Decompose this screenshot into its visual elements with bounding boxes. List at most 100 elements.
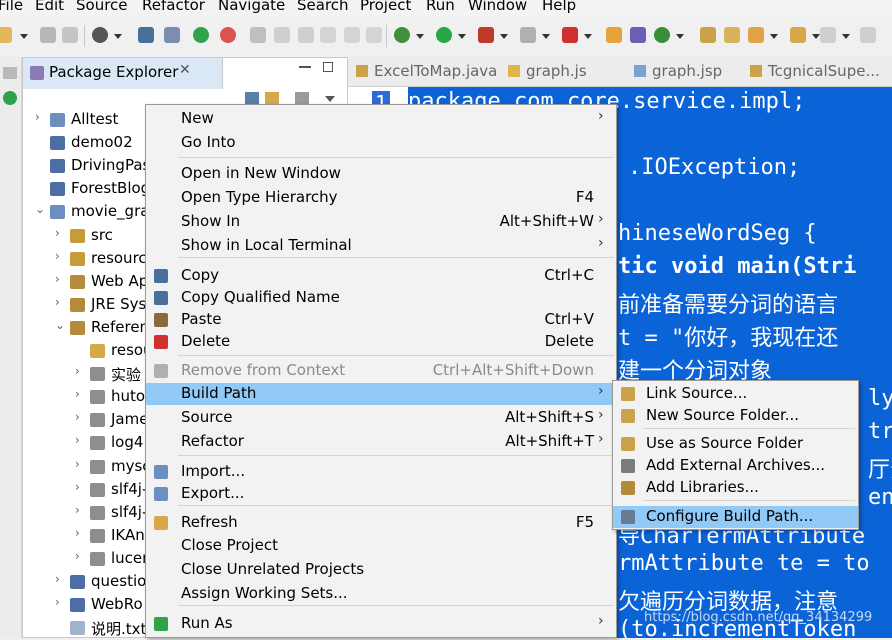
run-dropdown-icon[interactable] [458,34,466,39]
format-icon[interactable] [274,27,290,43]
skip-breakpoints-icon[interactable] [164,27,180,43]
menu-item-new[interactable]: New › [146,108,616,130]
tab-graph-js[interactable]: graph.js [508,62,587,80]
terminal-icon[interactable] [138,27,154,43]
menu-project[interactable]: Project [360,0,411,14]
menu-item-copy[interactable]: Copy Ctrl+C [146,265,616,287]
block-select-icon[interactable] [320,27,336,43]
menu-source[interactable]: Source [76,0,128,14]
maximize-icon[interactable] [323,62,333,72]
next-annotation-dropdown-icon[interactable] [842,34,850,39]
new-java-project-icon[interactable] [606,27,622,43]
new-dropdown-icon[interactable] [20,34,28,39]
coverage-dropdown-icon[interactable] [500,34,508,39]
expand-arrow-icon[interactable]: › [75,387,80,401]
menu-item-open-in-new-window[interactable]: Open in New Window [146,163,616,185]
menu-help[interactable]: Help [542,0,576,14]
menu-item-assign-working-sets[interactable]: Assign Working Sets... [146,583,616,605]
tab-exceltomap-java[interactable]: ExcelToMap.java [356,62,497,80]
stop-dropdown-icon[interactable] [542,34,550,39]
external-tools-dropdown-icon[interactable] [584,34,592,39]
expand-arrow-icon[interactable]: › [75,480,80,494]
new-class-icon[interactable] [654,27,670,43]
menu-edit[interactable]: Edit [35,0,64,14]
save-icon[interactable] [40,27,56,43]
expand-arrow-icon[interactable]: › [55,249,60,263]
menu-item-refresh[interactable]: Refresh F5 [146,512,616,534]
search-dropdown-icon[interactable] [770,34,778,39]
expand-arrow-icon[interactable]: › [55,295,60,309]
submenu-item-configure-build-path[interactable]: Configure Build Path... [613,506,858,528]
expand-arrow-icon[interactable]: › [55,595,60,609]
expanded-arrow-icon[interactable]: ⌄ [35,202,45,216]
save-all-icon[interactable] [62,27,78,43]
tab-tcgnicalsupe[interactable]: TcgnicalSupe... [750,62,880,80]
pilcrow-icon[interactable] [366,27,382,43]
menu-search[interactable]: Search [297,0,349,14]
new-class-dropdown-icon[interactable] [676,34,684,39]
start-server-icon[interactable] [193,27,209,43]
annotation-icon[interactable] [298,27,314,43]
search-icon[interactable] [748,27,764,43]
run-icon[interactable] [436,27,452,43]
minimize-icon[interactable] [299,66,311,68]
restore-icon[interactable] [3,67,17,79]
expand-arrow-icon[interactable]: › [75,433,80,447]
menu-item-show-in-local-terminal[interactable]: Show in Local Terminal › [146,235,616,257]
package-explorer-tab[interactable]: Package Explorer ✕ [23,58,223,89]
menu-item-source[interactable]: Source Alt+Shift+S › [146,407,616,429]
menu-item-import[interactable]: Import... [146,461,616,483]
open-task-icon[interactable] [724,27,740,43]
menu-refactor[interactable]: Refactor [142,0,205,14]
new-package-icon[interactable] [630,27,646,43]
submenu-item-add-libraries[interactable]: Add Libraries... [613,477,858,499]
user-icon[interactable] [92,27,108,43]
expand-arrow-icon[interactable]: › [55,272,60,286]
expand-arrow-icon[interactable]: › [75,364,80,378]
expand-arrow-icon[interactable]: › [55,226,60,240]
menu-item-close-project[interactable]: Close Project [146,535,616,557]
coverage-icon[interactable] [478,27,494,43]
prev-annotation-icon[interactable] [860,27,876,43]
submenu-item-use-as-source-folder[interactable]: Use as Source Folder [613,433,858,455]
menu-item-delete[interactable]: Delete Delete [146,331,616,353]
user-dropdown-icon[interactable] [114,34,122,39]
expand-arrow-icon[interactable]: › [75,503,80,517]
menu-window[interactable]: Window [468,0,527,14]
servers-icon[interactable] [3,91,17,105]
toggle-mark-icon[interactable] [250,27,266,43]
expand-arrow-icon[interactable]: › [75,549,80,563]
debug-icon[interactable] [394,27,410,43]
menu-item-run-as[interactable]: Run As › [146,613,616,635]
menu-navigate[interactable]: Navigate [218,0,285,14]
open-folder-dropdown-icon[interactable] [812,34,820,39]
close-icon[interactable]: ✕ [179,62,191,78]
menu-item-show-in[interactable]: Show In Alt+Shift+W › [146,211,616,233]
expand-arrow-icon[interactable]: › [35,110,40,124]
menu-item-refactor[interactable]: Refactor Alt+Shift+T › [146,431,616,453]
menu-item-paste[interactable]: Paste Ctrl+V [146,309,616,331]
expand-arrow-icon[interactable]: › [75,526,80,540]
external-tools-icon[interactable] [562,27,578,43]
menu-item-go-into[interactable]: Go Into [146,132,616,154]
menu-item-copy-qualified-name[interactable]: Copy Qualified Name [146,287,616,309]
menu-item-build-path[interactable]: Build Path › [146,383,616,405]
submenu-item-new-source-folder[interactable]: New Source Folder... [613,405,858,427]
stop-icon[interactable] [520,27,536,43]
next-annotation-icon[interactable] [820,27,836,43]
submenu-item-add-external-archives[interactable]: Add External Archives... [613,455,858,477]
menu-run[interactable]: Run [426,0,455,14]
view-menu-icon[interactable] [325,96,335,102]
expand-arrow-icon[interactable]: › [75,457,80,471]
expand-arrow-icon[interactable]: › [55,572,60,586]
expand-arrow-icon[interactable]: › [75,410,80,424]
open-folder-icon[interactable] [790,27,806,43]
stop-server-icon[interactable] [220,27,236,43]
whitespace-icon[interactable] [344,27,360,43]
menu-item-close-unrelated-projects[interactable]: Close Unrelated Projects [146,559,616,581]
debug-dropdown-icon[interactable] [416,34,424,39]
expanded-arrow-icon[interactable]: ⌄ [55,318,65,332]
open-type-icon[interactable] [700,27,716,43]
menu-item-export[interactable]: Export... [146,483,616,505]
menu-file[interactable]: File [0,0,23,14]
